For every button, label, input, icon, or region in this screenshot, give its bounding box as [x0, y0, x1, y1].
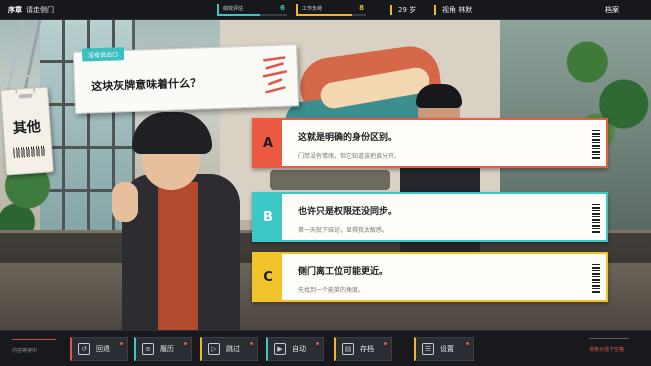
choice-b-letter: B [254, 194, 282, 240]
barcode-icon [592, 204, 600, 234]
settings-label: 设置 [440, 345, 454, 353]
auto-play-icon: ▶ [274, 343, 286, 355]
indicator-dot [250, 342, 253, 345]
auto-label: 自动 [292, 345, 306, 353]
barcode-icon [592, 130, 600, 160]
undo-button[interactable]: ↺ 回退 [70, 337, 128, 361]
badge-barcode-icon [13, 145, 46, 158]
skip-icon: ▷ [208, 343, 220, 355]
performance-value: 6 [280, 4, 285, 12]
choice-b-subtext: 第一天就下结论，显得我太敏感。 [298, 227, 389, 234]
choice-c[interactable]: C 侧门离工位可能更近。 先找到一个能笑的角度。 [252, 252, 608, 302]
indicator-dot [384, 342, 387, 345]
top-status-bar: 序章 请走侧门 绩效评估 6 工作负荷 8 29 岁 视角 林默 档案 [0, 0, 651, 20]
save-icon: ▤ [342, 343, 354, 355]
protagonist-shirt [158, 182, 198, 332]
save-label: 存档 [360, 345, 374, 353]
settings-button[interactable]: ☰ 设置 [414, 337, 474, 361]
chapter-label: 序章 [8, 6, 22, 14]
choice-a[interactable]: A 这就是明确的身份区别。 门禁没有情绪，但它知道该把谁分开。 [252, 118, 608, 168]
skip-button[interactable]: ▷ 跳过 [200, 337, 258, 361]
indicator-dot [184, 342, 187, 345]
choice-c-subtext: 先找到一个能笑的角度。 [298, 287, 365, 294]
inner-monologue-card: 没有说出口 这块灰牌意味着什么？ [72, 44, 300, 114]
lobby-bench [270, 170, 390, 190]
viewpoint-display: 视角 林默 [434, 5, 472, 15]
bottom-toolbar: 内容等待中 ↺ 回退 ≡ 履历 ▷ 跳过 ▶ 自动 ▤ 存档 ☰ 设置 滑条对话… [0, 330, 651, 366]
id-badge: 其他 [0, 74, 54, 176]
protagonist-hand [112, 182, 138, 222]
history-icon: ≡ [142, 343, 154, 355]
indicator-dot [466, 342, 469, 345]
undo-icon: ↺ [78, 343, 90, 355]
performance-stat: 绩效评估 6 [217, 4, 287, 16]
choice-b-text: 也许只是权限还没同步。 [298, 207, 398, 217]
badge-slot [18, 93, 33, 99]
age-display: 29 岁 [390, 5, 416, 15]
performance-label: 绩效评估 [223, 6, 244, 12]
scribble-decoration-icon [262, 56, 288, 94]
history-button[interactable]: ≡ 履历 [134, 337, 192, 361]
content-status-hint: 内容等待中 [12, 339, 57, 354]
indicator-dot [316, 342, 319, 345]
settings-sliders-icon: ☰ [422, 343, 434, 355]
badge-clip-icon [14, 74, 36, 94]
workload-stat: 工作负荷 8 [296, 4, 366, 16]
auto-button[interactable]: ▶ 自动 [266, 337, 324, 361]
choice-a-letter: A [254, 120, 282, 166]
undo-label: 回退 [96, 345, 110, 353]
performance-bar-fill [219, 14, 260, 16]
coworker-hair [416, 84, 462, 108]
workload-bar-fill [298, 14, 353, 16]
skip-label: 跳过 [226, 345, 240, 353]
archive-button[interactable]: 档案 [605, 5, 619, 15]
question-text: 这块灰牌意味着什么？ [90, 76, 202, 94]
choice-a-subtext: 门禁没有情绪，但它知道该把谁分开。 [298, 153, 401, 160]
workload-bar [298, 14, 366, 16]
skip-key-hint: 滑条对话下空格 [589, 338, 630, 353]
badge-name: 其他 [12, 119, 42, 137]
choice-b[interactable]: B 也许只是权限还没同步。 第一天就下结论，显得我太敏感。 [252, 192, 608, 242]
performance-bar [219, 14, 287, 16]
monologue-tag: 没有说出口 [81, 47, 125, 62]
protagonist-character [112, 112, 240, 334]
save-button[interactable]: ▤ 存档 [334, 337, 392, 361]
choice-c-letter: C [254, 254, 282, 300]
indicator-dot [120, 342, 123, 345]
choice-c-text: 侧门离工位可能更近。 [298, 267, 389, 277]
chapter-name: 请走侧门 [26, 6, 54, 14]
barcode-icon [592, 264, 600, 294]
game-screen: 序章 请走侧门 绩效评估 6 工作负荷 8 29 岁 视角 林默 档案 其他 没有… [0, 0, 651, 366]
workload-label: 工作负荷 [302, 6, 323, 12]
workload-value: 8 [359, 4, 364, 12]
history-label: 履历 [160, 345, 174, 353]
chapter-title: 序章 请走侧门 [8, 5, 54, 15]
choice-a-text: 这就是明确的身份区别。 [298, 133, 398, 143]
protagonist-hair [132, 112, 212, 154]
